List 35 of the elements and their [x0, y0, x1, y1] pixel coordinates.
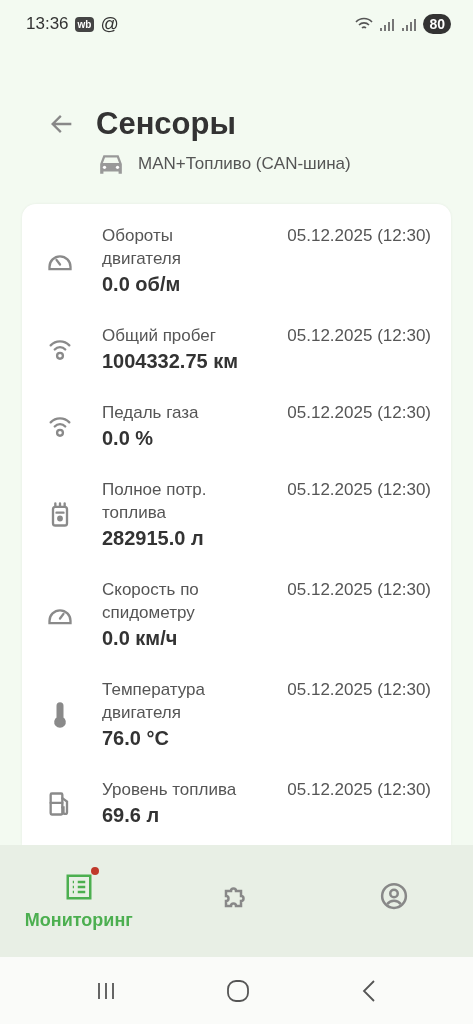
- app-badge: wb: [74, 16, 95, 32]
- battery-level: 80: [423, 14, 451, 34]
- sensor-timestamp: 05.12.2025 (12:30): [287, 225, 431, 247]
- sensor-value: 69.6 л: [102, 803, 161, 828]
- vehicle-name: MAN+Топливо (CAN-шина): [138, 154, 351, 174]
- sensor-value: 0.0 %: [102, 426, 155, 451]
- car-icon: [98, 152, 124, 176]
- sensor-value: 1004332.75 км: [102, 349, 240, 374]
- sensor-timestamp: 05.12.2025 (12:30): [287, 579, 431, 601]
- signal-bars-icon: [401, 17, 418, 31]
- sensor-label: Общий пробег: [102, 325, 217, 347]
- sensor-timestamp: 05.12.2025 (12:30): [287, 325, 431, 347]
- sensor-label: Уровень топлива: [102, 779, 238, 801]
- sensor-timestamp: 05.12.2025 (12:30): [287, 779, 431, 801]
- sensor-value: 282915.0 л: [102, 526, 205, 551]
- sensor-value: 76.0 °C: [102, 726, 170, 751]
- sensor-label: Педаль газа: [102, 402, 200, 424]
- home-icon[interactable]: [225, 978, 250, 1003]
- notification-dot: [90, 866, 99, 875]
- sensor-label: Скорость по спидометру: [102, 579, 200, 624]
- sensor-timestamp: 05.12.2025 (12:30): [287, 479, 431, 501]
- sensor-label: Температура двигателя: [102, 679, 206, 724]
- page-title: Сенсоры: [96, 106, 236, 142]
- profile-icon: [379, 881, 410, 911]
- sensor-value: 0.0 км/ч: [102, 626, 179, 651]
- sensor-value: 0.0 об/м: [102, 272, 182, 297]
- nav-tab[interactable]: Мониторинг: [0, 845, 158, 957]
- signal-bars-icon: [379, 17, 396, 31]
- sensor-label: Обороты двигателя: [102, 225, 182, 270]
- wifi-icon: [355, 17, 374, 31]
- sensor-timestamp: 05.12.2025 (12:30): [287, 402, 431, 424]
- status-time: 13:36: [26, 14, 69, 34]
- sensor-label: Полное потр. топлива: [102, 479, 208, 524]
- sensor-timestamp: 05.12.2025 (12:30): [287, 679, 431, 701]
- mail-icon: @: [100, 13, 119, 35]
